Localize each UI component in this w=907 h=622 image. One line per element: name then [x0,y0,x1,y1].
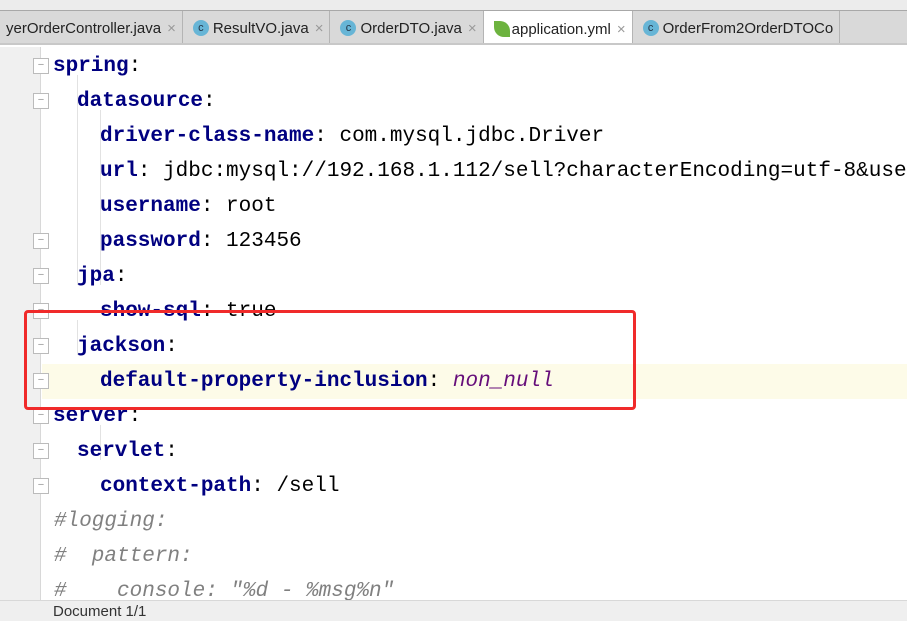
tab-buyer-order-controller[interactable]: yerOrderController.java × [0,11,183,43]
close-icon[interactable]: × [167,20,176,37]
comment-line: # console: "%d - %msg%n" [42,574,907,600]
separator: : [200,195,227,218]
code-line: jpa: [42,259,907,294]
separator: : [203,90,216,113]
class-icon: c [192,20,209,36]
yaml-key: username [100,195,201,218]
tab-result-vo[interactable]: c ResultVO.java × [183,11,331,43]
tab-label: application.yml [511,20,611,38]
tab-label: ResultVO.java [212,19,309,37]
class-icon: c [642,20,659,36]
window-top [0,0,907,10]
code-line: password: 123456 [42,224,907,259]
editor-tabs: yerOrderController.java × c ResultVO.java ×… [0,10,907,45]
class-icon: c [340,20,357,36]
code-line: datasource: [42,84,907,119]
comment-text: # pattern: [54,545,193,568]
tab-order-dto[interactable]: c OrderDTO.java × [330,11,484,43]
separator: : [165,440,178,463]
comment-line: # pattern: [42,539,907,574]
close-icon[interactable]: × [468,20,477,37]
fold-icon[interactable]: − [33,268,49,284]
fold-end-icon[interactable]: − [33,478,49,494]
yaml-value: 123456 [226,230,302,253]
yaml-key: datasource [77,90,204,113]
separator: : [314,125,340,148]
fold-icon[interactable]: − [33,408,49,424]
fold-icon[interactable]: − [33,443,49,459]
separator: : [200,230,227,253]
separator: : [251,475,277,498]
yaml-key: spring [53,55,129,78]
tab-label: yerOrderController.java [6,19,162,37]
separator: : [128,55,142,78]
highlight-annotation-box [24,310,636,410]
code-line: username: root [42,189,907,224]
comment-text: #logging: [54,510,168,533]
separator: : [137,160,164,183]
tab-order-from-2-order-dto[interactable]: c OrderFrom2OrderDTOCo [633,11,841,43]
code-line: driver-class-name: com.mysql.jdbc.Driver [42,119,907,154]
yaml-value: root [226,195,277,218]
yaml-key: context-path [100,475,252,498]
tab-label: OrderDTO.java [360,19,462,37]
yaml-key: password [100,230,201,253]
separator: : [114,265,128,288]
fold-icon[interactable]: − [33,58,49,74]
yaml-key: servlet [77,440,166,463]
fold-icon[interactable]: − [33,93,49,109]
close-icon[interactable]: × [315,20,324,37]
close-icon[interactable]: × [617,21,626,38]
yaml-value: jdbc:mysql://192.168.1.112/sell?characte… [163,160,907,183]
yaml-key: driver-class-name [100,125,315,148]
code-line: url: jdbc:mysql://192.168.1.112/sell?cha… [42,154,907,189]
yaml-value: com.mysql.jdbc.Driver [339,125,605,148]
comment-text: # console: "%d - %msg%n" [54,580,395,600]
tab-label: OrderFrom2OrderDTOCo [662,19,834,37]
code-line: context-path: /sell [42,469,907,504]
yaml-value: /sell [276,475,340,498]
status-bar: Document 1/1 [0,600,907,621]
comment-line: #logging: [42,504,907,539]
fold-end-icon[interactable]: − [33,233,49,249]
code-line: spring: [42,49,907,84]
tab-application-yml[interactable]: application.yml × [483,11,633,43]
yaml-key: jpa [77,265,115,288]
yaml-key: url [100,160,138,183]
code-line: servlet: [42,434,907,469]
spring-leaf-icon [493,21,510,37]
